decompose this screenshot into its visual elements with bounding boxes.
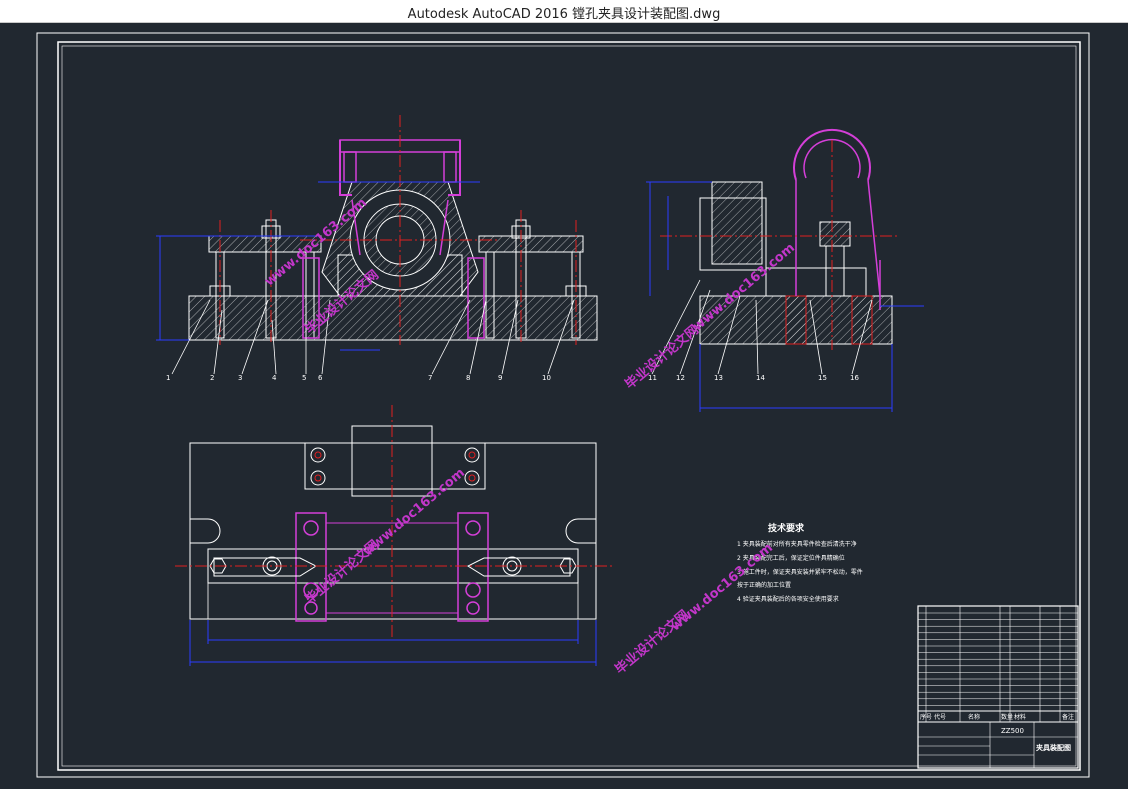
tech-heading: 技术要求 (768, 522, 805, 534)
window-title: Autodesk AutoCAD 2016 镗孔夹具设计装配图.dwg (407, 7, 721, 22)
tb-col-2: 代号 (934, 713, 946, 721)
tb-drawing-name: 夹具装配图 (1036, 743, 1071, 752)
tb-col-4: 数量 (1001, 713, 1013, 721)
balloon-10: 10 (542, 374, 551, 382)
balloon-15: 15 (818, 374, 827, 382)
balloon-2: 2 (210, 374, 214, 382)
tb-col-3: 名称 (968, 713, 980, 721)
balloon-3: 3 (238, 374, 242, 382)
tb-col-6: 备注 (1062, 713, 1074, 721)
balloon-12: 12 (676, 374, 685, 382)
tech-item-1: 1 夹具装配前对所有夹具零件检查后清洗干净 (737, 540, 857, 548)
tech-item-3: 3 施工件时，保证夹具安装并紧牢不松动，零件 (737, 568, 863, 576)
drawing-canvas[interactable]: 1 2 3 4 5 6 7 8 9 10 11 12 13 14 15 16 技… (0, 23, 1128, 785)
tb-col-1: 序号 (920, 713, 932, 721)
inner-border-2 (61, 45, 1077, 767)
tech-item-4: 按于正确的加工位置 (737, 581, 791, 589)
balloon-16: 16 (850, 374, 859, 382)
balloon-13: 13 (714, 374, 723, 382)
balloon-7: 7 (428, 374, 432, 382)
balloon-5: 5 (302, 374, 306, 382)
title-block: 序号 代号 名称 数量 材料 备注 ZZ500 夹具装配图 (917, 605, 1079, 769)
drawing-svg: 1 2 3 4 5 6 7 8 9 10 11 12 13 14 15 16 技… (36, 32, 1090, 778)
balloon-14: 14 (756, 374, 765, 382)
balloon-4: 4 (272, 374, 277, 382)
outer-border (36, 32, 1090, 778)
tb-col-5: 材料 (1014, 713, 1026, 721)
title-bar: Autodesk AutoCAD 2016 镗孔夹具设计装配图.dwg (0, 0, 1128, 23)
tech-item-5: 4 验证夹具装配后的各项安全使用要求 (737, 595, 839, 603)
tb-code: ZZ500 (1001, 727, 1024, 735)
balloon-8: 8 (466, 374, 470, 382)
balloon-1: 1 (166, 374, 170, 382)
balloon-6: 6 (318, 374, 323, 382)
inner-border (57, 41, 1081, 771)
side-view: 11 12 13 14 15 16 (646, 128, 924, 412)
balloon-9: 9 (498, 374, 502, 382)
front-view: 1 2 3 4 5 6 7 8 9 10 (156, 115, 598, 382)
